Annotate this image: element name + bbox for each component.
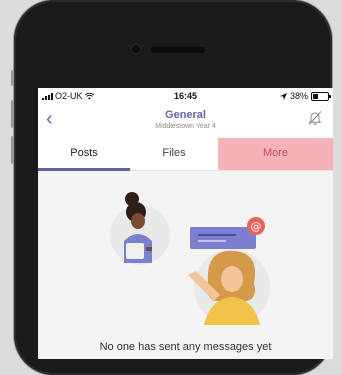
tab-more-label: More <box>262 147 289 159</box>
location-arrow-icon <box>279 92 287 100</box>
tab-posts[interactable]: Posts <box>38 138 130 171</box>
channel-header: ‹ General Middlestown Year 4 <box>38 105 333 137</box>
tab-more[interactable]: More <box>218 138 333 170</box>
volume-down-button <box>11 136 14 164</box>
volume-up-button <box>11 100 14 128</box>
team-name: Middlestown Year 4 <box>155 123 216 130</box>
empty-state-message: No one has sent any messages yet <box>99 341 272 353</box>
app-screen: O2-UK 16:45 38% ‹ General Middlestown Ye… <box>38 88 333 359</box>
earpiece-speaker <box>151 47 205 53</box>
channel-title: General <box>165 109 206 121</box>
posts-feed[interactable]: @ No one has sent any messages yet <box>38 171 333 359</box>
front-camera <box>130 43 142 55</box>
at-mention-icon: @ <box>251 220 262 233</box>
tab-files[interactable]: Files <box>130 138 218 170</box>
empty-conversation-illustration: @ <box>110 192 270 325</box>
status-bar: O2-UK 16:45 38% <box>38 88 333 104</box>
battery-icon <box>311 91 331 101</box>
tab-files-label: Files <box>162 147 186 159</box>
battery-fill <box>313 93 319 99</box>
status-right: 38% <box>279 91 331 101</box>
bell-muted-icon[interactable] <box>307 110 323 126</box>
tab-bar: Posts Files More <box>38 138 333 171</box>
tab-posts-label: Posts <box>70 147 98 159</box>
mute-switch <box>11 70 14 86</box>
battery-percent: 38% <box>289 91 308 101</box>
